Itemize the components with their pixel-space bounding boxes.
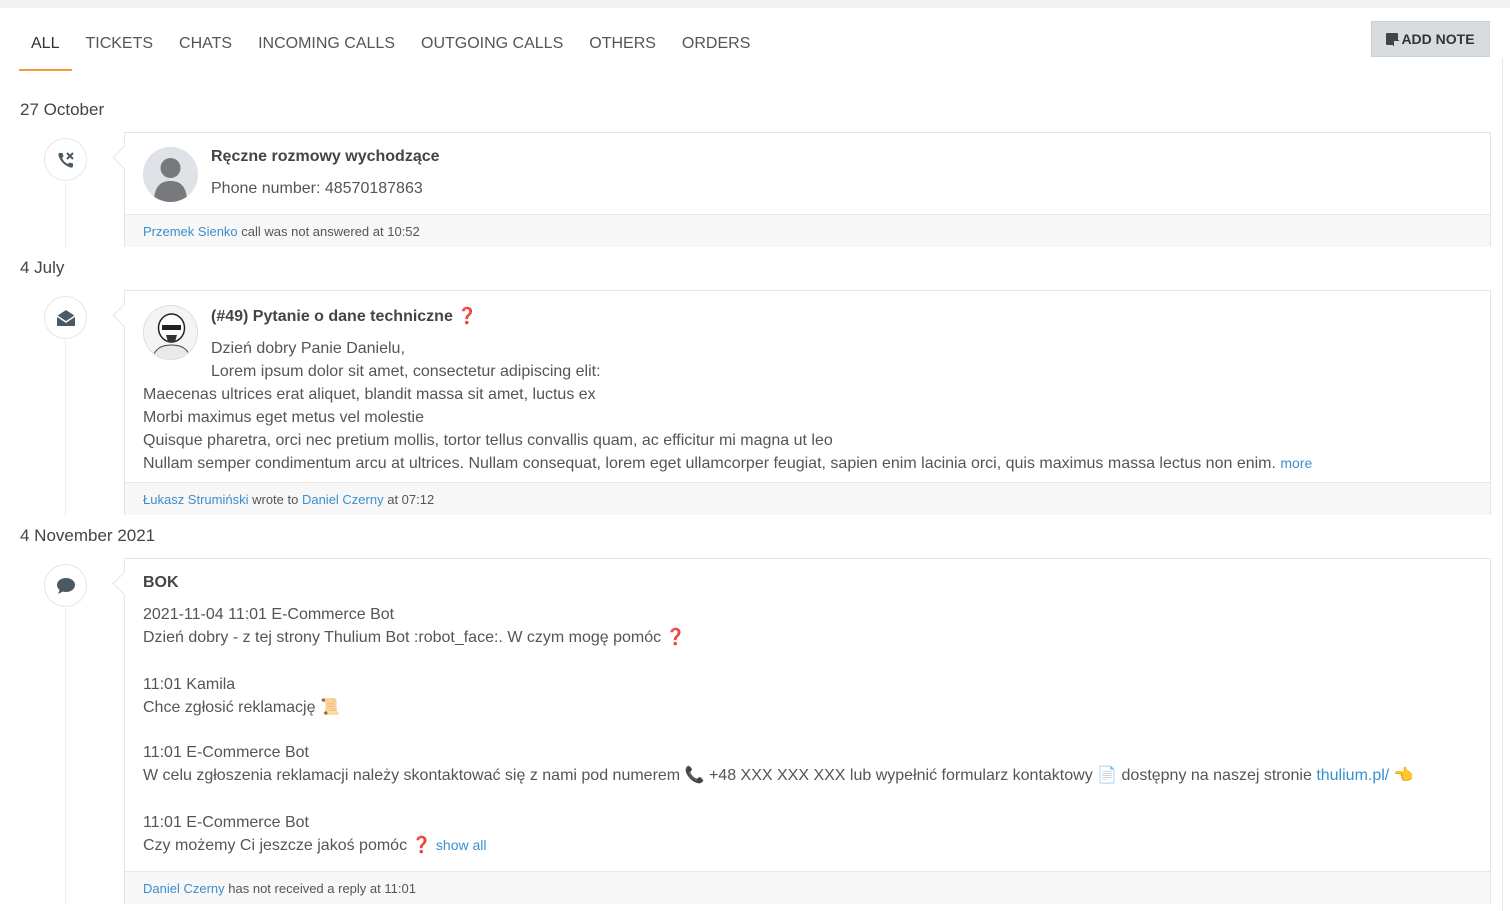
footer-text: has not received a reply at 11:01 [224, 881, 416, 896]
tab-orders[interactable]: ORDERS [669, 26, 763, 71]
open-envelope-icon [44, 296, 87, 339]
telephone-icon: 📞 [684, 767, 705, 784]
add-note-label: ADD NOTE [1401, 31, 1475, 47]
add-note-button[interactable]: ADD NOTE [1371, 21, 1490, 57]
document-icon: 📄 [1097, 767, 1118, 784]
ticket-card: (#49) Pytanie o dane techniczne ❓ Dzień … [124, 290, 1491, 515]
more-link[interactable]: more [1280, 455, 1312, 471]
tab-all[interactable]: ALL [19, 26, 73, 71]
top-strip [0, 0, 1510, 8]
footer-text: wrote to [248, 492, 302, 507]
message-line: Maecenas ultrices erat aliquet, blandit … [143, 386, 596, 403]
call-title: Ręczne rozmowy wychodzące [211, 148, 440, 165]
timeline-line [65, 608, 66, 904]
scroll-icon: 📜 [319, 699, 340, 716]
chat-title: BOK [143, 574, 179, 591]
card-footer: Łukasz Strumiński wrote to Daniel Czerny… [125, 482, 1490, 515]
message-header: 11:01 E-Commerce Bot [143, 744, 309, 761]
ticket-title: (#49) Pytanie o dane techniczne ❓ [211, 308, 478, 325]
message-header: 2021-11-04 11:01 E-Commerce Bot [143, 606, 395, 623]
tab-bar: ALL TICKETS CHATS INCOMING CALLS OUTGOIN… [19, 26, 763, 71]
tab-chats[interactable]: CHATS [166, 26, 245, 71]
chat-bubble-icon [44, 564, 87, 607]
message-line: Morbi maximus eget metus vel molestie [143, 409, 424, 426]
user-link[interactable]: Łukasz Strumiński [143, 492, 248, 507]
message-text: Chce zgłosić reklamację 📜 [143, 699, 340, 716]
message-text: W celu zgłoszenia reklamacji należy skon… [143, 767, 1414, 784]
user-link[interactable]: Przemek Sienko [143, 224, 238, 239]
message-line: Nullam semper condimentum arcu at ultric… [143, 455, 1313, 472]
note-icon [1386, 33, 1400, 46]
footer-text: at 07:12 [383, 492, 435, 507]
timeline-line [65, 340, 66, 516]
date-heading: 27 October [20, 100, 105, 119]
phone-number: Phone number: 48570187863 [211, 180, 423, 197]
call-card: Ręczne rozmowy wychodzące Phone number: … [124, 132, 1491, 247]
message-line: Lorem ipsum dolor sit amet, consectetur … [211, 363, 601, 380]
pointing-hand-icon: 👈 [1393, 767, 1414, 784]
tab-incoming-calls[interactable]: INCOMING CALLS [245, 26, 408, 71]
question-mark-icon: ❓ [665, 629, 686, 646]
missed-call-icon [44, 138, 87, 181]
card-footer: Przemek Sienko call was not answered at … [125, 214, 1490, 247]
card-footer: Daniel Czerny has not received a reply a… [125, 871, 1490, 904]
recipient-link[interactable]: Daniel Czerny [302, 492, 384, 507]
question-mark-icon: ❓ [457, 308, 478, 325]
message-line: Dzień dobry Panie Danielu, [211, 340, 405, 357]
tab-tickets[interactable]: TICKETS [72, 26, 166, 71]
chat-card: BOK 2021-11-04 11:01 E-Commerce Bot Dzie… [124, 558, 1491, 904]
message-text: Dzień dobry - z tej strony Thulium Bot :… [143, 629, 686, 646]
message-text: Czy możemy Ci jeszcze jakoś pomóc ❓ show… [143, 837, 487, 854]
tab-others[interactable]: OTHERS [576, 26, 669, 71]
website-link[interactable]: thulium.pl/ [1316, 767, 1389, 784]
question-mark-icon: ❓ [411, 837, 432, 854]
right-divider [1502, 58, 1503, 911]
message-header: 11:01 Kamila [143, 676, 236, 693]
tab-outgoing-calls[interactable]: OUTGOING CALLS [408, 26, 576, 71]
date-heading: 4 July [20, 258, 65, 277]
timeline-line [65, 182, 66, 248]
show-all-link[interactable]: show all [436, 837, 487, 853]
user-link[interactable]: Daniel Czerny [143, 881, 225, 896]
date-heading: 4 November 2021 [20, 526, 156, 545]
message-line: Quisque pharetra, orci nec pretium molli… [143, 432, 833, 449]
message-header: 11:01 E-Commerce Bot [143, 814, 309, 831]
footer-text: call was not answered at 10:52 [237, 224, 420, 239]
